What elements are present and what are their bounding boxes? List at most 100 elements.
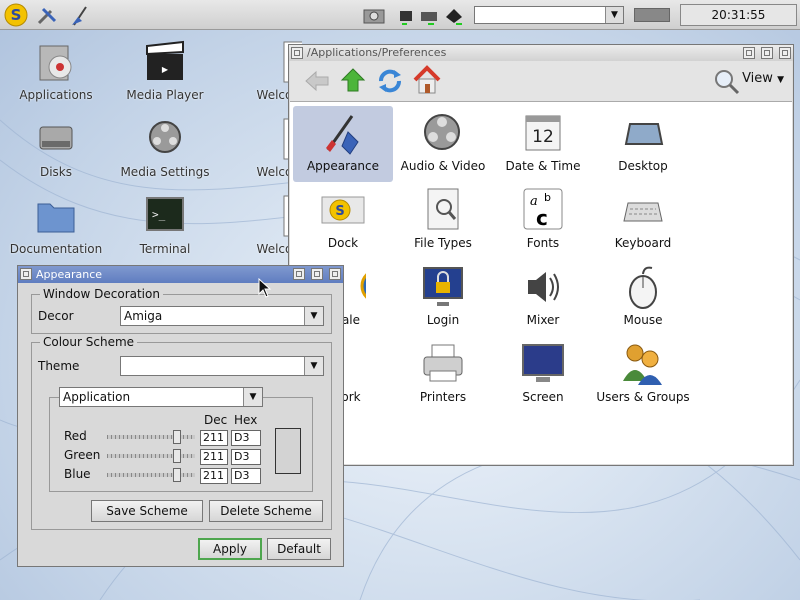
disk-icon [39,126,73,150]
pref-label: Fonts [526,236,560,250]
pref-printers[interactable]: Printers [393,337,493,413]
slider-track[interactable] [107,435,195,439]
svg-text:S: S [335,204,344,219]
chevron-down-icon[interactable]: ▼ [304,307,323,325]
pref-login[interactable]: Login [393,260,493,336]
channel-dec-input[interactable]: 211 [200,468,228,484]
camera-icon[interactable] [362,3,386,27]
home-icon[interactable] [412,65,442,95]
tools-icon[interactable] [35,3,59,27]
desktop-icon-label: Media Player [126,88,204,102]
slider-track[interactable] [107,454,195,458]
window-close-button[interactable] [20,268,32,280]
channel-slider[interactable] [107,468,195,482]
channel-dec-input[interactable]: 211 [200,449,228,465]
view-menu-button[interactable]: View ▼ [742,71,784,86]
panel-search-combo[interactable]: ▼ [474,6,624,24]
pref-label: Mouse [623,313,663,327]
colour-swatch [275,428,301,474]
colour-element-select[interactable]: Application ▼ [59,387,263,407]
back-arrow-icon[interactable] [304,69,330,93]
desktop-icon-terminal[interactable]: >_ Terminal [115,194,215,256]
channel-hex-input[interactable]: D3 [231,430,261,446]
slider-knob[interactable] [173,449,181,463]
pref-fonts[interactable]: a b c Fonts [493,183,593,259]
channel-hex-input[interactable]: D3 [231,468,261,484]
desktop-icon [624,123,664,145]
group-legend: Colour Scheme [40,335,138,349]
desktop-icon-disks[interactable]: Disks [6,117,106,179]
chevron-down-icon[interactable]: ▼ [243,388,262,406]
users-icon [623,344,662,385]
theme-select[interactable]: ▼ [120,356,324,376]
mouse-icon [629,266,657,309]
appearance-brush-icon[interactable] [68,3,92,27]
window-close-button[interactable] [291,47,303,59]
channel-slider[interactable] [107,449,195,463]
slider-knob[interactable] [173,430,181,444]
window-depth-button[interactable] [293,268,305,280]
window-title: /Applications/Preferences [307,46,447,59]
chevron-down-icon[interactable]: ▼ [605,7,623,23]
keyboard-icon [623,202,663,222]
preferences-window[interactable]: /Applications/Preferences View ▼ Appeara… [288,44,794,466]
fonts-icon: a b c [523,188,563,230]
apply-button[interactable]: Apply [198,538,262,560]
channel-slider[interactable] [107,430,195,444]
save-scheme-button[interactable]: Save Scheme [91,500,203,522]
cpu-icon [400,11,412,25]
pref-label: Desktop [618,159,668,173]
appearance-window[interactable]: Appearance Window Decoration Decor Amiga… [17,265,344,567]
desktop-icon-media-player[interactable]: ▶ Media Player [115,40,215,102]
window-depth-button[interactable] [743,47,755,59]
decor-value: Amiga [124,309,163,323]
delete-scheme-button[interactable]: Delete Scheme [209,500,323,522]
preferences-titlebar[interactable]: /Applications/Preferences [289,45,793,61]
pref-label: Mixer [526,313,560,327]
window-maximize-button[interactable] [311,268,323,280]
file-types-icon [427,188,459,230]
syllable-logo-icon[interactable]: S [4,3,28,27]
default-button[interactable]: Default [267,538,331,560]
network-activity-icon [446,9,462,25]
desktop-icon-documentation[interactable]: Documentation [6,194,106,256]
pref-date-time[interactable]: 12 Date & Time [493,106,593,182]
channel-label: Red [64,429,87,443]
desktop-icon-media-settings[interactable]: Media Settings [115,117,215,179]
window-minimize-button[interactable] [779,47,791,59]
desktop-icon-label: Applications [19,88,93,102]
group-legend: Window Decoration [40,287,163,301]
login-lock-icon [423,267,463,306]
appearance-titlebar[interactable]: Appearance [18,266,343,283]
slider-track[interactable] [107,473,195,477]
chevron-down-icon[interactable]: ▼ [304,357,323,375]
window-minimize-button[interactable] [329,268,341,280]
magnifier-icon[interactable] [714,69,740,95]
pref-desktop[interactable]: Desktop [593,106,693,182]
refresh-icon[interactable] [376,67,404,95]
decor-select[interactable]: Amiga ▼ [120,306,324,326]
dec-header: Dec [204,413,228,427]
colour-element-value: Application [63,390,131,404]
pref-label: Date & Time [505,159,581,173]
channel-dec-input[interactable]: 211 [200,430,228,446]
pref-mixer[interactable]: Mixer [493,260,593,336]
decor-label: Decor [38,309,74,323]
pref-audio-video[interactable]: Audio & Video [393,106,493,182]
up-arrow-icon[interactable] [340,67,366,93]
pref-dock[interactable]: S Dock [293,183,393,259]
pref-mouse[interactable]: Mouse [593,260,693,336]
pref-file-types[interactable]: File Types [393,183,493,259]
channel-label: Blue [64,467,91,481]
speaker-icon [528,272,559,302]
clock[interactable]: 20:31:55 [680,4,797,26]
folder-icon [37,203,75,233]
window-maximize-button[interactable] [761,47,773,59]
pref-appearance[interactable]: Appearance [293,106,393,182]
pref-screen[interactable]: Screen [493,337,593,413]
slider-knob[interactable] [173,468,181,482]
channel-hex-input[interactable]: D3 [231,449,261,465]
pref-users-groups[interactable]: Users & Groups [593,337,693,413]
pref-keyboard[interactable]: Keyboard [593,183,693,259]
desktop-icon-applications[interactable]: Applications [6,40,106,102]
